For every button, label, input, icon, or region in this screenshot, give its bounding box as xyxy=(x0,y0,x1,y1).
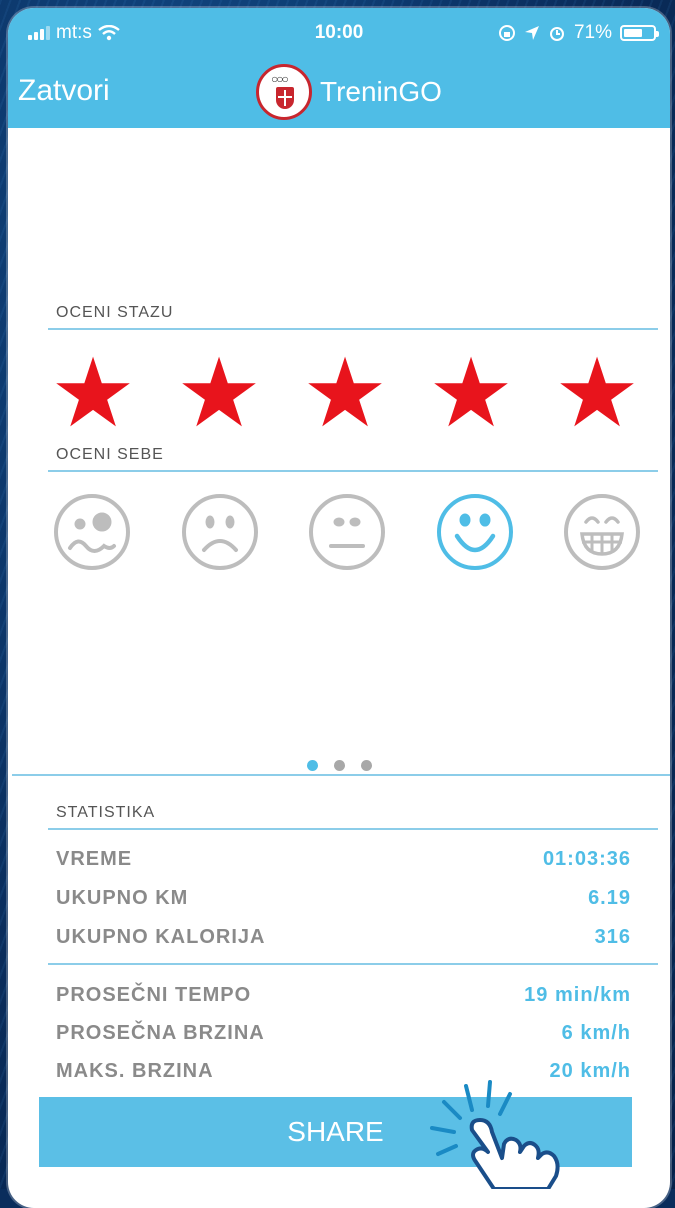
stat-row-time: VREME 01:03:36 xyxy=(56,848,631,870)
star-icon-4[interactable]: ★ xyxy=(428,346,514,442)
star-icon-2[interactable]: ★ xyxy=(176,346,262,442)
stats-title: STATISTIKA xyxy=(56,804,156,821)
track-rating-stars: ★ ★ ★ ★ ★ xyxy=(50,346,640,442)
alarm-icon xyxy=(549,27,564,41)
star-icon-5[interactable]: ★ xyxy=(554,346,640,442)
stat-row-distance: UKUPNO KM 6.19 xyxy=(56,887,631,909)
nav-bar: Zatvori ○○○ TreninGO xyxy=(8,58,670,128)
stat-row-avg-speed: PROSEČNA BRZINA 6 km/h xyxy=(56,1022,631,1044)
divider xyxy=(12,774,670,776)
divider xyxy=(48,470,658,472)
grin-face-icon[interactable] xyxy=(562,492,642,572)
star-icon-1[interactable]: ★ xyxy=(50,346,136,442)
close-button[interactable]: Zatvori xyxy=(18,74,110,108)
status-bar: mt:s 10:00 71% xyxy=(8,8,670,58)
rate-track-label: OCENI STAZU xyxy=(56,304,174,321)
tap-hand-icon xyxy=(430,1080,560,1189)
self-rating-faces xyxy=(52,492,642,572)
battery-icon xyxy=(620,25,659,41)
stat-row-avg-pace: PROSEČNI TEMPO 19 min/km xyxy=(56,984,631,1006)
battery-percent: 71% xyxy=(573,22,612,43)
happy-face-icon[interactable] xyxy=(435,492,515,572)
page-dot-1[interactable] xyxy=(306,760,318,771)
sick-face-icon[interactable] xyxy=(52,492,132,572)
app-title: TreninGO xyxy=(320,76,442,107)
divider xyxy=(48,963,658,965)
neutral-face-icon[interactable] xyxy=(307,492,387,572)
phone-screen: mt:s 10:00 71% Zatvori ○○○ TreninGO OCEN… xyxy=(8,8,670,1208)
page-indicator xyxy=(8,760,670,771)
stat-row-calories: UKUPNO KALORIJA 316 xyxy=(56,926,631,948)
rate-self-label: OCENI SEBE xyxy=(56,446,164,463)
page-dot-3[interactable] xyxy=(360,760,372,771)
sad-face-icon[interactable] xyxy=(180,492,260,572)
olympic-committee-logo: ○○○ xyxy=(256,64,312,120)
rotation-lock-icon xyxy=(498,25,515,41)
divider xyxy=(48,828,658,830)
divider xyxy=(48,328,658,330)
location-icon xyxy=(524,26,539,40)
page-dot-2[interactable] xyxy=(333,760,345,771)
star-icon-3[interactable]: ★ xyxy=(302,346,388,442)
